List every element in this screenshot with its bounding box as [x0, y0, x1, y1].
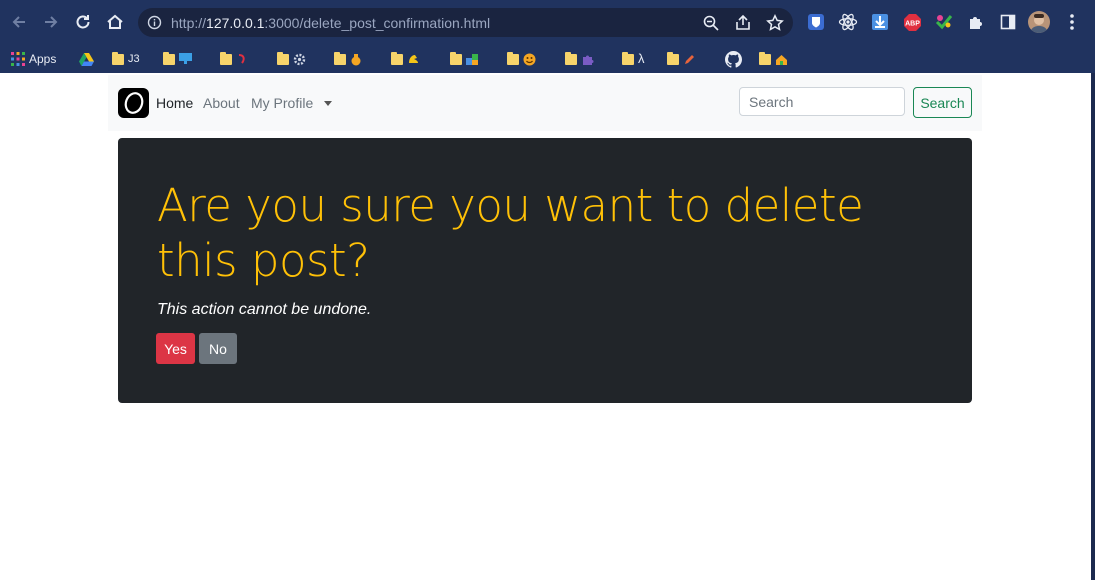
- apps-label: Apps: [29, 52, 57, 66]
- nav-about-link[interactable]: About: [203, 95, 240, 111]
- delete-confirmation-card: Are you sure you want to delete this pos…: [118, 138, 972, 403]
- bookmark-folder[interactable]: [163, 49, 192, 69]
- bookmark-folder[interactable]: [565, 49, 594, 69]
- url-text[interactable]: http://127.0.0.1:3000/delete_post_confir…: [171, 15, 490, 31]
- money-bag-icon: [351, 53, 361, 65]
- back-icon[interactable]: [8, 11, 30, 33]
- url-scheme: http://: [171, 15, 207, 31]
- url-path: :3000/delete_post_confirmation.html: [264, 15, 491, 31]
- house-icon: [776, 54, 787, 65]
- bookmark-folder[interactable]: [277, 49, 306, 69]
- folder-icon: [220, 51, 232, 65]
- smiley-icon: [523, 53, 536, 65]
- sidebar-icon[interactable]: [998, 12, 1018, 32]
- bookmark-apps[interactable]: Apps: [11, 49, 56, 69]
- blocks-icon: [466, 53, 478, 65]
- bookmark-folder-j3[interactable]: J3: [112, 49, 140, 69]
- browser-chrome: http://127.0.0.1:3000/delete_post_confir…: [0, 0, 1095, 73]
- folder-icon: [450, 51, 462, 65]
- bookmark-folder[interactable]: [391, 49, 420, 69]
- forward-icon[interactable]: [40, 11, 62, 33]
- bookmark-label: J3: [128, 53, 140, 65]
- folder-icon: [667, 51, 679, 65]
- profile-avatar[interactable]: [1028, 11, 1050, 33]
- bookmark-folder-lambda[interactable]: λ: [622, 49, 645, 69]
- apps-grid-icon: [11, 52, 25, 66]
- nav-home-link[interactable]: Home: [156, 95, 193, 111]
- zoom-icon[interactable]: [702, 14, 720, 32]
- search-input[interactable]: [739, 87, 905, 116]
- react-devtools-icon[interactable]: [838, 12, 858, 32]
- folder-icon: [277, 51, 289, 65]
- download-icon[interactable]: [870, 12, 890, 32]
- bitwarden-icon[interactable]: [806, 12, 826, 32]
- url-host: 127.0.0.1: [206, 15, 265, 31]
- home-icon[interactable]: [104, 11, 126, 33]
- puzzle-piece-icon: [583, 55, 594, 65]
- folder-icon: [112, 51, 124, 65]
- site-navbar: Home About My Profile Search: [108, 75, 982, 131]
- no-button[interactable]: No: [199, 333, 237, 364]
- bookmark-folder[interactable]: [450, 49, 479, 69]
- folder-icon: [391, 51, 403, 65]
- bookmark-folder[interactable]: [507, 49, 536, 69]
- address-bar[interactable]: http://127.0.0.1:3000/delete_post_confir…: [138, 8, 793, 37]
- abp-label: ABP: [905, 20, 920, 27]
- logo-icon: [124, 92, 143, 114]
- color-picker-icon[interactable]: [934, 12, 954, 32]
- settings-gear-icon: [293, 53, 306, 65]
- bookmark-label: λ: [638, 51, 645, 66]
- bookmark-star-icon[interactable]: [766, 14, 784, 32]
- pencil-icon: [685, 54, 694, 64]
- bookmark-folder[interactable]: [334, 49, 362, 69]
- confirmation-title: Are you sure you want to delete this pos…: [157, 179, 864, 287]
- monitor-icon: [179, 53, 192, 64]
- extensions-puzzle-icon[interactable]: [966, 12, 986, 32]
- window-edge: [1091, 73, 1095, 580]
- folder-icon: [507, 51, 519, 65]
- folder-icon: [622, 51, 634, 65]
- folder-icon: [565, 51, 577, 65]
- bookmark-folder[interactable]: [759, 49, 788, 69]
- folder-icon: [759, 51, 771, 65]
- browser-toolbar: http://127.0.0.1:3000/delete_post_confir…: [0, 0, 1095, 44]
- hook-icon: [238, 54, 245, 64]
- share-icon[interactable]: [734, 14, 752, 32]
- confirmation-subtitle: This action cannot be undone.: [157, 301, 372, 318]
- profile-dropdown-caret-icon[interactable]: [324, 101, 332, 106]
- adblock-plus-icon[interactable]: ABP: [902, 12, 922, 32]
- github-icon[interactable]: [725, 49, 742, 69]
- search-button[interactable]: Search: [913, 87, 972, 118]
- flexed-arm-icon: [409, 55, 418, 63]
- bookmarks-bar: Apps J3 λ: [0, 44, 1095, 73]
- brand-logo[interactable]: [118, 88, 149, 118]
- folder-icon: [163, 51, 175, 65]
- bookmark-folder[interactable]: [220, 49, 248, 69]
- menu-kebab-icon[interactable]: [1061, 11, 1083, 33]
- folder-icon: [334, 51, 346, 65]
- site-info-icon[interactable]: [147, 15, 162, 35]
- yes-button[interactable]: Yes: [156, 333, 195, 364]
- google-drive-icon[interactable]: [79, 49, 94, 69]
- bookmark-folder[interactable]: [667, 49, 696, 69]
- reload-icon[interactable]: [72, 11, 94, 33]
- nav-profile-link[interactable]: My Profile: [251, 95, 313, 111]
